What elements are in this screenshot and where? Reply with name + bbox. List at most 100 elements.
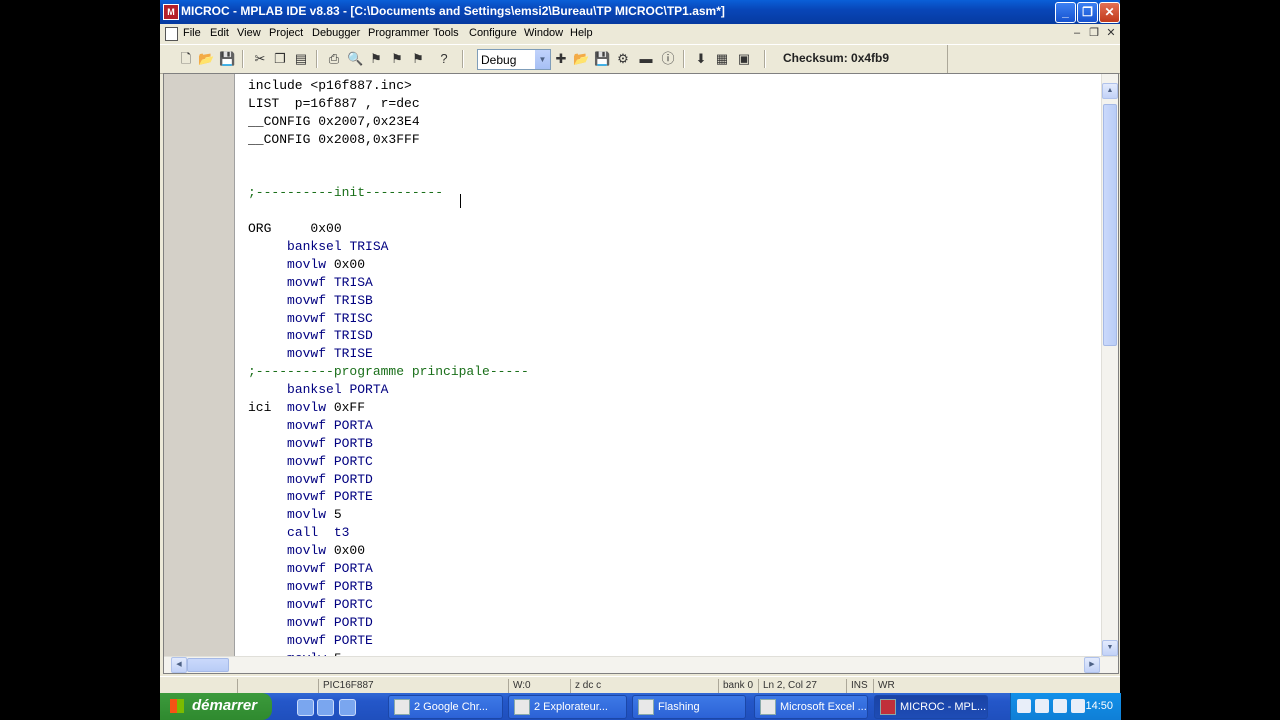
menu-file[interactable]: File [183, 27, 201, 39]
scroll-left-arrow-icon[interactable]: ◀ [171, 657, 187, 673]
menu-window[interactable]: Window [524, 27, 563, 39]
code-line: movwf TRISC [287, 310, 373, 326]
vertical-scroll-thumb[interactable] [1103, 104, 1117, 346]
taskbar-item-chrome[interactable]: 2 Google Chr... [388, 695, 503, 719]
close-button[interactable]: ✕ [1099, 2, 1120, 23]
media-quicklaunch-icon[interactable] [339, 699, 356, 716]
menu-programmer[interactable]: Programmer [368, 27, 429, 39]
print-icon[interactable]: ⎙ [326, 51, 342, 67]
vertical-scrollbar[interactable]: ▲ ▼ [1101, 74, 1118, 657]
code-line: banksel PORTA [287, 382, 389, 398]
open-folder-icon[interactable]: 📂 [198, 51, 214, 67]
scroll-right-arrow-icon[interactable]: ▶ [1084, 657, 1100, 673]
cut-icon[interactable]: ✂ [252, 51, 268, 67]
code-line: movwf PORTC [287, 596, 373, 612]
save-icon[interactable]: 💾 [219, 51, 235, 67]
horizontal-scroll-thumb[interactable] [187, 658, 229, 672]
toolbar-separator [947, 45, 948, 73]
code-line: ORG 0x00 [248, 221, 342, 237]
chevron-down-icon[interactable]: ▼ [535, 50, 550, 69]
checksum-label: Checksum: [783, 51, 848, 65]
minimize-button[interactable]: _ [1055, 2, 1076, 23]
document-icon[interactable] [165, 27, 178, 41]
taskbar-clock: 14:50 [1085, 700, 1113, 712]
code-line: movwf PORTA [287, 561, 373, 577]
code-editor[interactable]: include <p16f887.inc> LIST p=16f887 , r=d… [163, 73, 1119, 674]
start-button[interactable]: démarrer [160, 693, 272, 720]
scroll-up-arrow-icon[interactable]: ▲ [1102, 83, 1118, 99]
menu-debugger[interactable]: Debugger [312, 27, 360, 39]
desktop-quicklaunch-icon[interactable] [317, 699, 334, 716]
code-comment: ;----------programme principale----- [248, 364, 529, 380]
help-tray-icon[interactable] [1017, 699, 1031, 713]
taskbar-item-excel[interactable]: Microsoft Excel ... [754, 695, 868, 719]
code-line: movwf TRISA [287, 274, 373, 290]
maximize-button[interactable]: ❐ [1077, 2, 1098, 23]
code-line: __CONFIG 0x2008,0x3FFF [248, 131, 420, 147]
code-line: movwf PORTD [287, 614, 373, 630]
taskbar-item-explorer[interactable]: 2 Explorateur... [508, 695, 627, 719]
menu-configure[interactable]: Configure [469, 27, 517, 39]
code-line: banksel TRISA [287, 239, 389, 255]
bookmark-icon[interactable]: ⚑ [368, 51, 384, 67]
build-icon[interactable]: ⚙ [615, 51, 631, 67]
menu-edit[interactable]: Edit [210, 27, 229, 39]
window-title: MICROC - MPLAB IDE v8.83 - [C:\Documents… [181, 4, 725, 18]
mdi-minimize-button[interactable]: – [1071, 27, 1083, 39]
bookmark-next-icon[interactable]: ⚑ [389, 51, 405, 67]
taskbar-item-label: 2 Explorateur... [534, 701, 608, 713]
code-comment: ;----------init---------- [248, 185, 444, 201]
menu-help[interactable]: Help [570, 27, 593, 39]
menu-tools[interactable]: Tools [433, 27, 459, 39]
menu-project[interactable]: Project [269, 27, 303, 39]
new-project-icon[interactable]: ✚ [553, 51, 569, 67]
build-all-icon[interactable]: ▬ [638, 51, 654, 67]
network-tray-icon[interactable] [1035, 699, 1049, 713]
code-line: include <p16f887.inc> [248, 78, 412, 93]
editor-gutter[interactable] [164, 74, 235, 657]
save-project-icon[interactable]: 💾 [594, 51, 610, 67]
read-device-icon[interactable]: ▦ [714, 51, 730, 67]
code-line: movlw 0x00 [287, 256, 366, 272]
menu-view[interactable]: View [237, 27, 261, 39]
display-tray-icon[interactable] [1071, 699, 1085, 713]
toolbar-separator [316, 50, 318, 68]
volume-tray-icon[interactable] [1053, 699, 1067, 713]
code-line: movwf PORTE [287, 489, 373, 505]
find-icon[interactable]: 🔍 [347, 51, 363, 67]
bookmark-prev-icon[interactable]: ⚑ [410, 51, 426, 67]
ie-quicklaunch-icon[interactable] [297, 699, 314, 716]
code-line: movwf TRISD [287, 328, 373, 344]
taskbar-item-mplab[interactable]: MICROC - MPL... [874, 695, 988, 719]
code-line: LIST p=16f887 , r=dec [248, 95, 420, 111]
paste-icon[interactable]: ▤ [293, 51, 309, 67]
verify-device-icon[interactable]: ▣ [736, 51, 752, 67]
taskbar-item-flashing[interactable]: Flashing [632, 695, 746, 719]
taskbar-item-label: Flashing [658, 701, 700, 713]
system-tray: 14:50 [1010, 693, 1121, 720]
mdi-restore-button[interactable]: ❐ [1088, 27, 1100, 39]
scroll-down-arrow-icon[interactable]: ▼ [1102, 640, 1118, 656]
windows-taskbar: démarrer 2 Google Chr... 2 Explorateur..… [160, 693, 1121, 720]
toolbar-separator [462, 50, 464, 68]
help-icon[interactable]: ? [436, 51, 452, 67]
toolbar-separator [764, 50, 766, 68]
code-line: ici movlw 0xFF [248, 400, 366, 416]
mplab-app-icon[interactable]: M [163, 4, 179, 20]
build-config-select[interactable]: Debug ▼ [477, 49, 551, 70]
new-file-icon[interactable]: 🗋 [178, 51, 194, 67]
status-device: PIC16F887 [318, 679, 509, 693]
horizontal-scrollbar[interactable]: ◀ ▶ [164, 656, 1118, 673]
open-project-icon[interactable]: 📂 [573, 51, 589, 67]
copy-icon[interactable]: ❐ [272, 51, 288, 67]
code-line: movwf TRISE [287, 346, 373, 362]
code-text-area[interactable]: include <p16f887.inc> LIST p=16f887 , r=d… [248, 77, 1098, 657]
code-line: movwf TRISB [287, 292, 373, 308]
mdi-close-button[interactable]: ✕ [1105, 27, 1117, 39]
window-icon [638, 699, 654, 716]
info-icon[interactable]: ⓘ [660, 51, 676, 67]
program-device-icon[interactable]: ⬇ [693, 51, 709, 67]
title-bar[interactable]: M MICROC - MPLAB IDE v8.83 - [C:\Documen… [160, 0, 1120, 24]
